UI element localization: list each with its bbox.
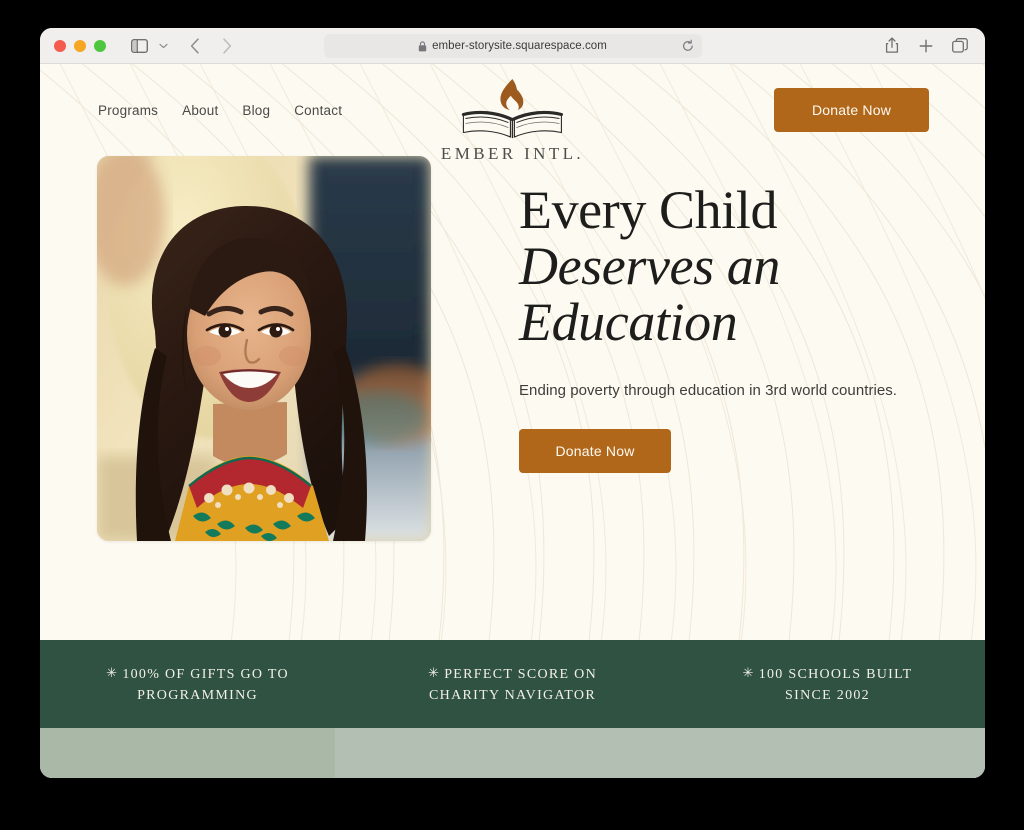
back-arrow-icon[interactable] bbox=[184, 33, 206, 59]
page-viewport: Programs About Blog Contact EMBER INTL. … bbox=[40, 64, 985, 778]
hero-subheadline: Ending poverty through education in 3rd … bbox=[519, 382, 898, 400]
tab-overview-icon[interactable] bbox=[947, 33, 973, 59]
plus-icon[interactable] bbox=[913, 33, 939, 59]
sidebar-controls bbox=[126, 33, 172, 59]
forward-arrow-icon[interactable] bbox=[216, 33, 238, 59]
headline-line-1: Every Child bbox=[519, 180, 778, 240]
lock-icon bbox=[418, 40, 427, 52]
browser-window: ember-storysite.squarespace.com Programs… bbox=[40, 28, 985, 778]
close-window-button[interactable] bbox=[54, 39, 66, 52]
sage-panel-left bbox=[40, 728, 335, 778]
toolbar-right-actions bbox=[879, 28, 973, 63]
sage-panel-right bbox=[335, 728, 985, 778]
stat-item-schools-built: ✳ 100 SCHOOLS BUILT SINCE 2002 bbox=[670, 663, 985, 706]
hero-headline: Every Child Deserves an Education bbox=[519, 180, 929, 353]
stats-banner: ✳ 100% OF GIFTS GO TO PROGRAMMING ✳ PERFEC… bbox=[40, 640, 985, 728]
share-icon[interactable] bbox=[879, 33, 905, 59]
nav-item-blog[interactable]: Blog bbox=[242, 103, 270, 118]
asterisk-icon: ✳ bbox=[428, 664, 441, 680]
maximize-window-button[interactable] bbox=[94, 39, 106, 52]
nav-item-about[interactable]: About bbox=[182, 103, 218, 118]
window-traffic-lights bbox=[54, 39, 106, 52]
chevron-down-icon[interactable] bbox=[154, 33, 172, 59]
headline-line-3: Education bbox=[519, 292, 738, 353]
nav-item-contact[interactable]: Contact bbox=[294, 103, 342, 118]
url-text: ember-storysite.squarespace.com bbox=[432, 40, 607, 52]
asterisk-icon: ✳ bbox=[106, 664, 119, 680]
stat-line-2: SINCE 2002 bbox=[785, 687, 870, 703]
minimize-window-button[interactable] bbox=[74, 39, 86, 52]
stat-line-2: CHARITY NAVIGATOR bbox=[429, 687, 596, 703]
brand-name: EMBER INTL. bbox=[440, 144, 585, 163]
site-navigation: Programs About Blog Contact bbox=[98, 103, 342, 118]
hero-image bbox=[97, 156, 431, 541]
next-section-preview bbox=[40, 728, 985, 778]
smiling-girl-portrait-illustration bbox=[97, 156, 431, 541]
site-logo[interactable]: EMBER INTL. bbox=[441, 76, 584, 164]
site-header: Programs About Blog Contact EMBER INTL. … bbox=[40, 64, 985, 163]
browser-toolbar: ember-storysite.squarespace.com bbox=[40, 28, 985, 64]
screenshot-root: ember-storysite.squarespace.com Programs… bbox=[0, 0, 1024, 830]
hero-section: Programs About Blog Contact EMBER INTL. … bbox=[40, 64, 985, 640]
headline-line-2: Deserves an bbox=[519, 236, 781, 297]
open-book-with-flame-icon bbox=[461, 79, 564, 139]
header-cta-wrap: Donate Now bbox=[774, 88, 929, 132]
stat-item-charity-navigator: ✳ PERFECT SCORE ON CHARITY NAVIGATOR bbox=[355, 663, 670, 706]
asterisk-icon: ✳ bbox=[742, 664, 755, 680]
stat-line-1: 100 SCHOOLS BUILT bbox=[758, 666, 913, 682]
donate-now-button-hero[interactable]: Donate Now bbox=[519, 429, 671, 474]
stat-item-gifts: ✳ 100% OF GIFTS GO TO PROGRAMMING bbox=[40, 663, 355, 706]
stat-line-1: PERFECT SCORE ON bbox=[444, 666, 597, 682]
address-bar[interactable]: ember-storysite.squarespace.com bbox=[323, 34, 702, 58]
hero-text-block: Every Child Deserves an Education Ending… bbox=[431, 156, 929, 474]
donate-now-button-header[interactable]: Donate Now bbox=[774, 88, 929, 132]
reload-icon[interactable] bbox=[682, 39, 694, 53]
hero-body: Every Child Deserves an Education Ending… bbox=[40, 156, 985, 541]
url-field[interactable]: ember-storysite.squarespace.com bbox=[323, 34, 702, 58]
nav-item-programs[interactable]: Programs bbox=[98, 103, 158, 118]
sidebar-toggle-icon[interactable] bbox=[126, 33, 152, 59]
stat-line-1: 100% OF GIFTS GO TO bbox=[122, 666, 289, 682]
stat-line-2: PROGRAMMING bbox=[137, 687, 258, 703]
navigation-arrows bbox=[184, 33, 238, 59]
